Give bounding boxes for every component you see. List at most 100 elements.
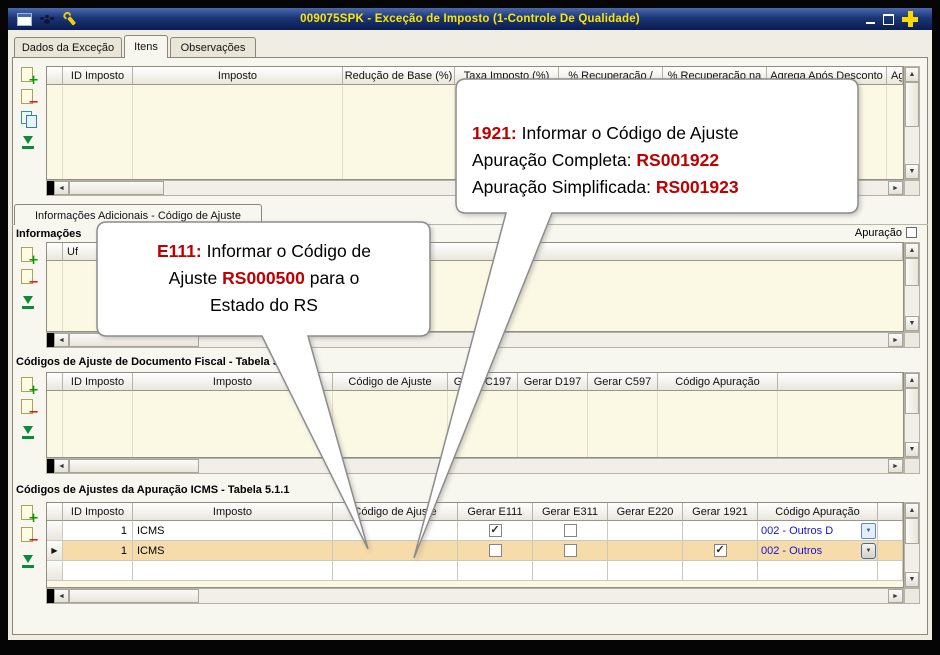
cell-id-imposto[interactable]: 1	[63, 541, 133, 561]
scroll-down-button[interactable]: ▼	[905, 442, 919, 457]
scroll-right-button[interactable]: ►	[888, 589, 903, 603]
scroll-left-button[interactable]: ◄	[54, 181, 69, 195]
apuracao-checkbox[interactable]	[906, 227, 917, 238]
column-header: Gerar E311	[533, 503, 608, 521]
info-section-title: Informações	[16, 228, 82, 240]
grid-splitter[interactable]	[47, 589, 54, 603]
row-selector[interactable]	[47, 561, 63, 581]
cell-gerar-e311[interactable]	[533, 541, 608, 561]
go-last-row-button[interactable]	[20, 423, 38, 441]
scrollbar-thumb[interactable]	[905, 82, 919, 127]
scroll-left-button[interactable]: ◄	[54, 333, 69, 347]
scroll-down-button[interactable]: ▼	[905, 164, 919, 179]
scroll-right-button[interactable]: ►	[888, 459, 903, 473]
items-grid-header: ID Imposto Imposto Redução de Base (%) T…	[47, 67, 903, 85]
horizontal-scrollbar[interactable]: ◄ ►	[46, 458, 904, 474]
grid-splitter[interactable]	[47, 459, 54, 473]
scrollbar-thumb[interactable]	[905, 388, 919, 414]
column-header: Ag	[887, 67, 903, 85]
doc-fiscal-grid: ID Imposto Imposto Código de Ajuste Gera…	[46, 372, 904, 458]
scrollbar-thumb[interactable]	[69, 589, 199, 603]
cell-codigo-apuracao[interactable]: 002 - Outros D ▼	[758, 521, 878, 541]
add-row-button[interactable]: +	[20, 504, 39, 525]
apuracao-grid-header: ID Imposto Imposto Código de Ajuste Gera…	[47, 503, 903, 521]
scroll-up-button[interactable]: ▲	[905, 243, 919, 258]
column-header: Imposto	[133, 503, 333, 521]
scrollbar-thumb[interactable]	[69, 333, 199, 347]
delete-row-button[interactable]: −	[20, 268, 39, 289]
grid-splitter[interactable]	[47, 333, 54, 347]
scroll-right-button[interactable]: ►	[888, 333, 903, 347]
tab-observacoes[interactable]: Observações	[170, 37, 256, 57]
row-selector[interactable]	[47, 521, 63, 541]
scroll-up-button[interactable]: ▲	[905, 67, 919, 82]
scroll-left-button[interactable]: ◄	[54, 459, 69, 473]
checkbox-gerar-e111[interactable]: ✓	[488, 524, 502, 537]
scroll-corner	[904, 332, 920, 348]
vertical-scrollbar[interactable]: ▲ ▼	[904, 502, 920, 588]
scroll-left-button[interactable]: ◄	[54, 589, 69, 603]
cell-gerar-1921[interactable]: ✓	[683, 541, 758, 561]
cell-codigo-ajuste[interactable]	[333, 541, 458, 561]
cell-gerar-e220[interactable]	[608, 541, 683, 561]
scroll-corner	[904, 588, 920, 604]
scrollbar-thumb[interactable]	[905, 518, 919, 544]
cell-gerar-e311[interactable]	[533, 521, 608, 541]
checkbox-gerar-e311[interactable]	[563, 524, 577, 537]
copy-rows-button[interactable]	[20, 110, 38, 128]
codigo-apuracao-combo[interactable]: 002 - Outros ▼	[758, 541, 877, 560]
cell-gerar-e111[interactable]: ✓	[458, 521, 533, 541]
add-row-button[interactable]: +	[20, 376, 39, 397]
cell-id-imposto[interactable]: 1	[63, 521, 133, 541]
checkbox-gerar-1921[interactable]: ✓	[713, 544, 727, 557]
grid-splitter[interactable]	[47, 181, 54, 195]
cell-gerar-1921[interactable]	[683, 521, 758, 541]
checkbox-gerar-e111[interactable]	[488, 544, 502, 557]
tab-informacoes-adicionais[interactable]: Informações Adicionais - Código de Ajust…	[14, 204, 262, 225]
table-row[interactable]: 1 ICMS ✓ 002 - Outros D ▼	[47, 521, 903, 541]
combo-value: 002 - Outros D	[761, 524, 834, 537]
vertical-scrollbar[interactable]: ▲ ▼	[904, 242, 920, 332]
table-row[interactable]: ▶ 1 ICMS ✓ 002 - Outros ▼	[47, 541, 903, 561]
add-row-button[interactable]: +	[20, 66, 39, 87]
delete-row-button[interactable]: −	[20, 88, 39, 109]
scroll-down-button[interactable]: ▼	[905, 316, 919, 331]
combo-dropdown-button[interactable]: ▼	[861, 542, 876, 559]
horizontal-scrollbar[interactable]: ◄ ►	[46, 332, 904, 348]
column-header: Gerar E220	[608, 503, 683, 521]
column-header: % Recuperação /	[559, 67, 663, 85]
close-button[interactable]	[902, 11, 918, 27]
go-last-row-button[interactable]	[20, 552, 38, 570]
scrollbar-thumb[interactable]	[905, 258, 919, 286]
codigo-apuracao-combo[interactable]: 002 - Outros D ▼	[758, 521, 877, 540]
horizontal-scrollbar[interactable]: ◄ ►	[46, 588, 904, 604]
cell-imposto[interactable]: ICMS	[133, 541, 333, 561]
vertical-scrollbar[interactable]: ▲ ▼	[904, 372, 920, 458]
tab-dados-da-excecao[interactable]: Dados da Exceção	[14, 37, 122, 57]
cell-imposto[interactable]: ICMS	[133, 521, 333, 541]
minimize-button[interactable]	[862, 11, 878, 27]
combo-dropdown-button[interactable]: ▼	[861, 522, 876, 539]
scroll-down-button[interactable]: ▼	[905, 572, 919, 587]
vertical-scrollbar[interactable]: ▲ ▼	[904, 66, 920, 180]
row-selector[interactable]: ▶	[47, 541, 63, 561]
scroll-up-button[interactable]: ▲	[905, 503, 919, 518]
add-row-button[interactable]: +	[20, 246, 39, 267]
checkbox-gerar-e311[interactable]	[563, 544, 577, 557]
delete-row-button[interactable]: −	[20, 526, 39, 547]
scrollbar-thumb[interactable]	[69, 181, 164, 195]
scroll-up-button[interactable]: ▲	[905, 373, 919, 388]
tab-itens[interactable]: Itens	[124, 35, 168, 58]
column-header: Código de Ajuste	[333, 503, 458, 521]
scroll-right-button[interactable]: ►	[888, 181, 903, 195]
cell-codigo-apuracao[interactable]: 002 - Outros ▼	[758, 541, 878, 561]
maximize-button[interactable]	[880, 11, 896, 27]
go-last-row-button[interactable]	[20, 133, 38, 151]
delete-row-button[interactable]: −	[20, 398, 39, 419]
scrollbar-thumb[interactable]	[69, 459, 199, 473]
cell-gerar-e111[interactable]	[458, 541, 533, 561]
table-row[interactable]	[47, 561, 903, 581]
cell-gerar-e220[interactable]	[608, 521, 683, 541]
go-last-row-button[interactable]	[20, 293, 38, 311]
cell-codigo-ajuste[interactable]	[333, 521, 458, 541]
